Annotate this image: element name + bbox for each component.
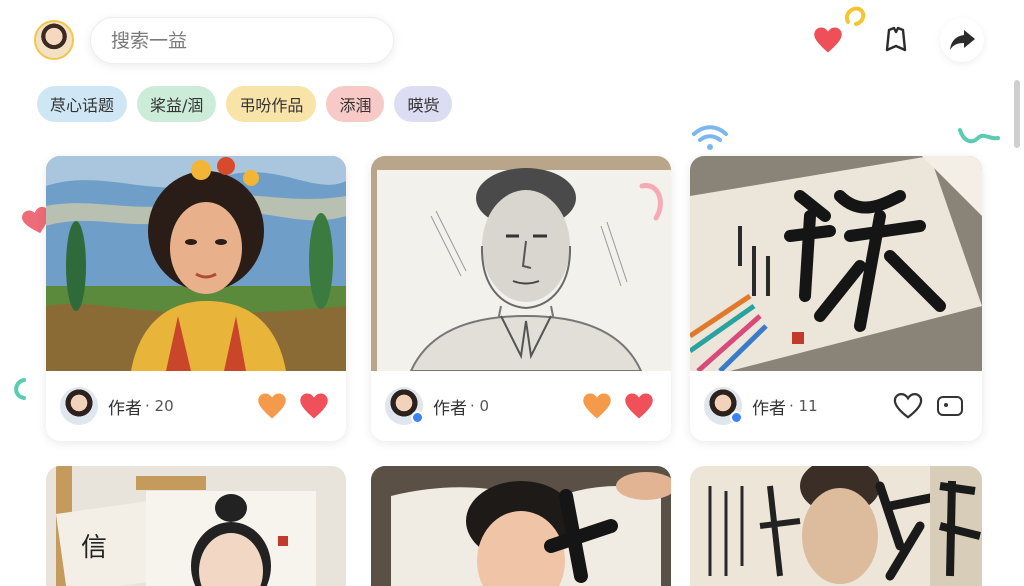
share-icon (950, 30, 975, 50)
artwork-image-pencil-sketch[interactable] (371, 156, 671, 371)
outline-heart-icon[interactable] (890, 388, 926, 424)
c-sticker-icon (10, 376, 30, 406)
orange-heart-icon[interactable] (579, 388, 615, 424)
artwork-card[interactable] (690, 466, 982, 586)
scrollbar[interactable] (1014, 80, 1020, 148)
artwork-card[interactable]: 作者 · 0 (371, 156, 671, 441)
artwork-card[interactable]: 信 (46, 466, 346, 586)
arc-sticker-icon (636, 180, 670, 228)
like-count: · 0 (470, 397, 490, 415)
svg-text:信: 信 (81, 533, 107, 563)
author-name[interactable]: 作者 (433, 394, 467, 419)
wifi-sticker-icon (690, 122, 730, 156)
author-avatar[interactable] (60, 387, 98, 425)
chip-category-5[interactable]: 暎赀 (394, 86, 453, 122)
profile-avatar[interactable] (34, 20, 74, 60)
squiggle-sticker-icon (956, 124, 1002, 154)
category-chips: 荩心话题 桨益/涸 弔吩作品 添涠 暎赀 (37, 86, 453, 122)
author-name[interactable]: 作者 (108, 394, 142, 419)
artwork-card[interactable] (371, 466, 671, 586)
artwork-image-ink-face[interactable] (371, 466, 671, 586)
chip-category-4[interactable]: 添涠 (326, 86, 385, 122)
artwork-image-calligraphy[interactable] (690, 156, 982, 371)
chip-hot-topics[interactable]: 荩心话题 (37, 86, 128, 122)
search-input[interactable] (109, 28, 373, 53)
chip-category-2[interactable]: 桨益/涸 (137, 86, 217, 122)
author-name[interactable]: 作者 (752, 394, 786, 419)
verified-badge (730, 411, 743, 424)
comment-icon[interactable] (932, 388, 968, 424)
artwork-card[interactable]: 作者 · 20 (46, 156, 346, 441)
verified-badge (411, 411, 424, 424)
red-heart-icon[interactable] (296, 388, 332, 424)
search-bar[interactable] (90, 17, 394, 64)
author-avatar[interactable] (704, 387, 743, 425)
orange-heart-icon[interactable] (254, 388, 290, 424)
like-count: · 11 (789, 397, 818, 415)
artwork-image-oil-portrait[interactable] (46, 156, 346, 371)
bookmark-icon[interactable] (876, 20, 916, 60)
sticker-ring-icon (842, 4, 870, 34)
artwork-card[interactable]: 作者 · 11 (690, 156, 982, 441)
artwork-image-calligraphy-portrait[interactable] (690, 466, 982, 586)
red-heart-icon[interactable] (621, 388, 657, 424)
author-avatar[interactable] (385, 387, 424, 425)
share-button[interactable] (940, 18, 984, 62)
like-count: · 20 (145, 397, 174, 415)
artwork-image-ink-portrait[interactable]: 信 (46, 466, 346, 586)
chip-category-3[interactable]: 弔吩作品 (226, 86, 317, 122)
